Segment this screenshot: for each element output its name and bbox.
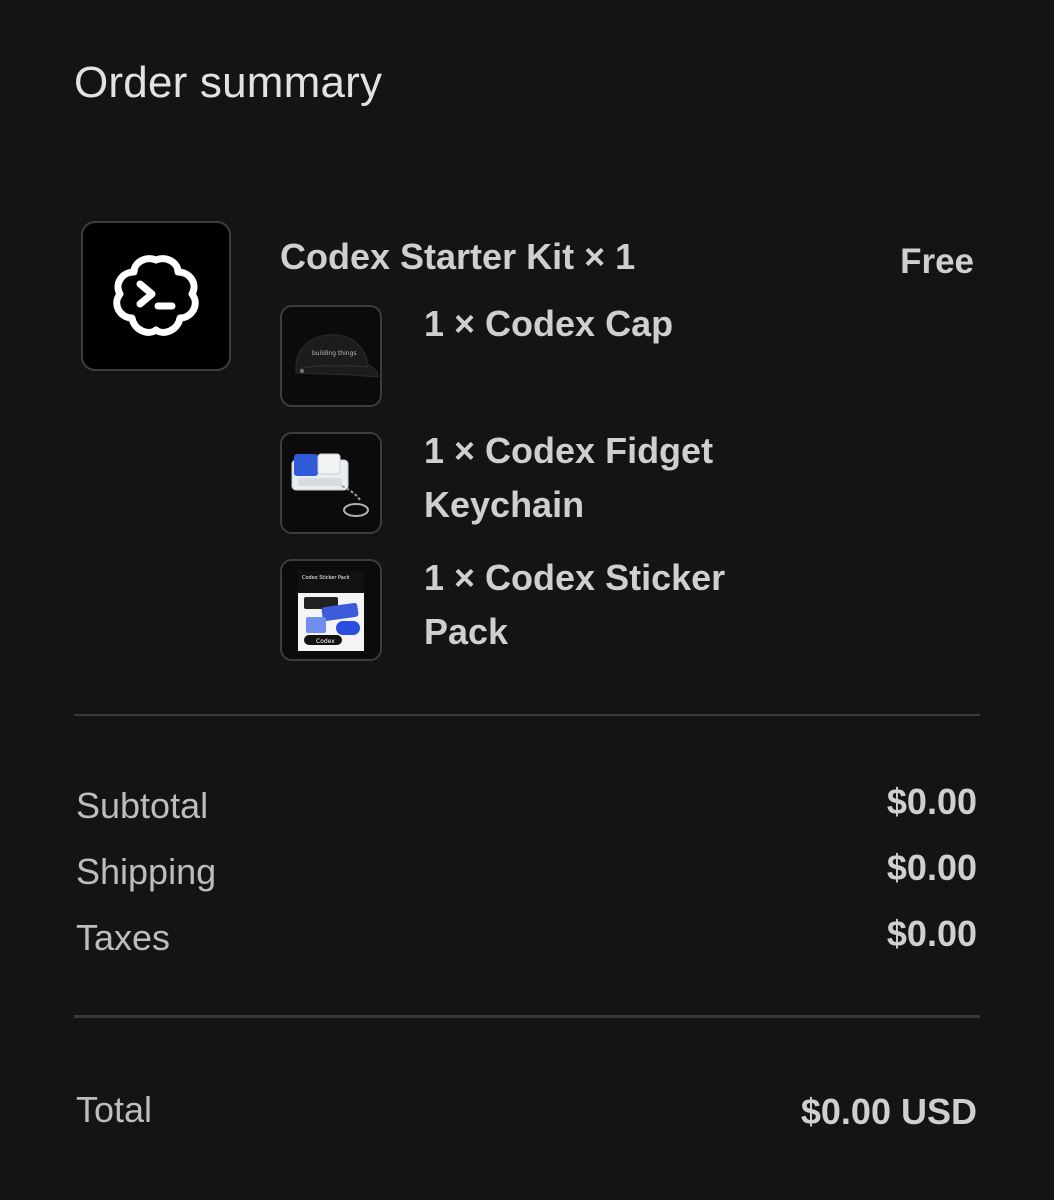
- keychain-thumbnail: [280, 432, 382, 534]
- taxes-value: $0.00: [886, 913, 977, 954]
- shipping-value: $0.00: [886, 847, 977, 888]
- subtotal-value: $0.00: [886, 781, 977, 822]
- cap-thumbnail: building things: [280, 305, 382, 407]
- cap-print-text: building things: [312, 350, 357, 357]
- kit-price: Free: [900, 242, 974, 281]
- keychain-image: [282, 434, 380, 532]
- total-label: Total: [76, 1089, 153, 1130]
- kit-content-sticker-pack: 1 × Codex Sticker Pack: [424, 557, 726, 652]
- totals-divider: [74, 1015, 980, 1018]
- sticker-pack-image: Codex Sticker Pack Codex: [282, 561, 380, 659]
- codex-terminal-cloud-icon: [113, 255, 199, 336]
- cap-image: building things: [282, 307, 380, 405]
- sticker-pack-title: Codex Sticker Pack: [302, 575, 350, 581]
- page-title: Order summary: [74, 58, 383, 107]
- taxes-label: Taxes: [76, 917, 171, 958]
- divider: [74, 714, 980, 716]
- sticker-brand-text: Codex: [316, 638, 335, 645]
- codex-logo-thumbnail: [81, 221, 231, 371]
- kit-content-cap: 1 × Codex Cap: [424, 303, 674, 344]
- shipping-label: Shipping: [76, 851, 217, 892]
- kit-content-keychain: 1 × Codex Fidget Keychain: [424, 430, 714, 525]
- sticker-pack-thumbnail: Codex Sticker Pack Codex: [280, 559, 382, 661]
- subtotal-label: Subtotal: [76, 785, 209, 826]
- kit-name: Codex Starter Kit × 1: [280, 236, 636, 277]
- total-value: $0.00 USD: [800, 1091, 977, 1132]
